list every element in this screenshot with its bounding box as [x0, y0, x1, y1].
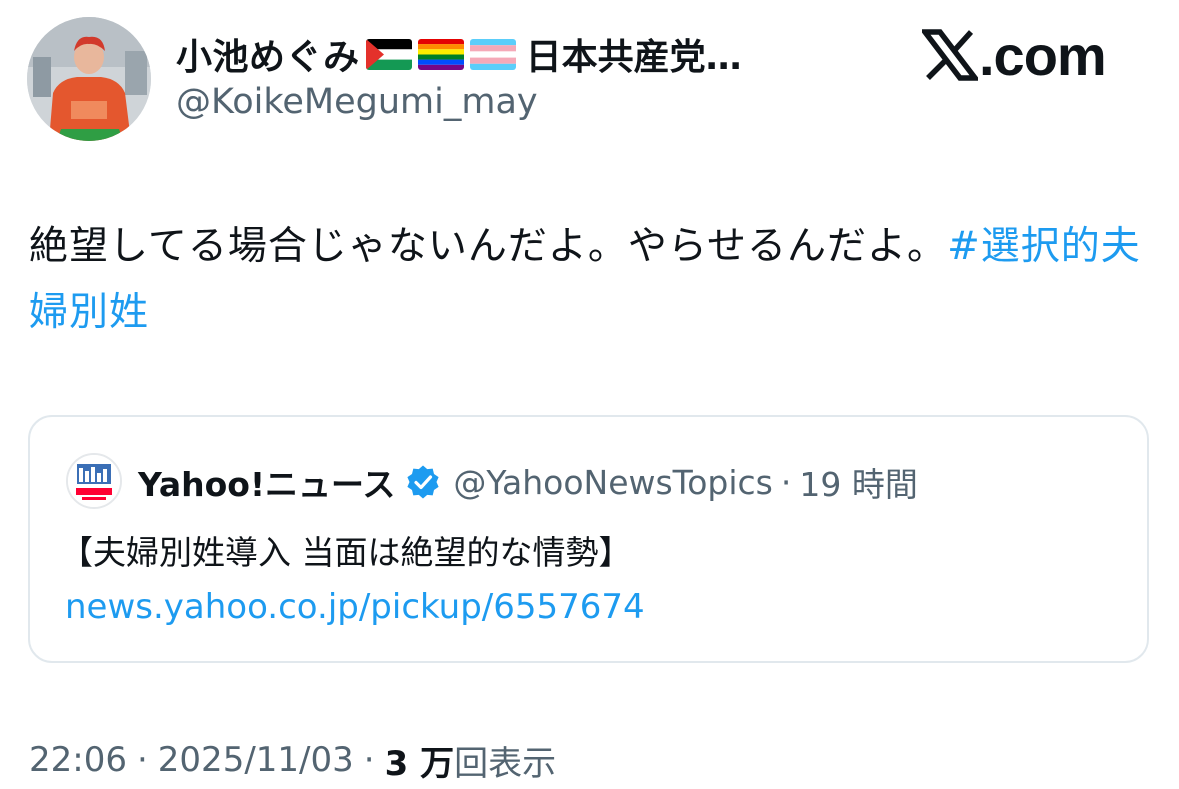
tweet-text: 絶望してる場合じゃないんだよ。やらせるんだよ。#選択的夫婦別姓 — [29, 214, 1147, 346]
quote-author-handle[interactable]: @YahooNewsTopics — [453, 463, 773, 502]
post-time[interactable]: 22:06 — [29, 740, 127, 780]
brand-domain: .com — [979, 23, 1107, 87]
avatar-photo — [27, 17, 151, 141]
quoted-tweet-card[interactable]: Yahoo!ニュース @YahooNewsTopics · 19 時間 【夫婦別… — [28, 415, 1149, 663]
quote-url-link[interactable]: news.yahoo.co.jp/pickup/6557674 — [65, 581, 645, 633]
transgender-flag-icon — [469, 38, 516, 70]
quote-separator: · — [780, 462, 792, 502]
views-count[interactable]: 3 万 — [385, 736, 455, 785]
brand-watermark: .com — [922, 22, 1107, 88]
author-party-truncated: 日本共産党… — [525, 37, 742, 78]
tweet-meta: 22:06 · 2025/11/03 · 3 万 回表示 — [29, 736, 556, 784]
author-name-row[interactable]: 小池めぐみ 日本共産党… — [176, 28, 742, 80]
tweet-body: 絶望してる場合じゃないんだよ。やらせるんだよ。 — [29, 224, 948, 269]
post-date[interactable]: 2025/11/03 — [158, 740, 354, 780]
quote-author-name[interactable]: Yahoo!ニュース — [138, 458, 395, 506]
quote-text: 【夫婦別姓導入 当面は絶望的な情勢】 — [60, 533, 632, 572]
yahoo-news-logo-icon — [68, 455, 120, 507]
palestine-flag-icon — [365, 38, 412, 70]
x-logo-icon — [922, 29, 978, 81]
quote-avatar[interactable] — [66, 453, 122, 509]
author-handle[interactable]: @KoikeMegumi_may — [176, 82, 538, 122]
verified-badge-icon — [405, 464, 441, 500]
views-label: 回表示 — [454, 743, 557, 784]
author-avatar[interactable] — [27, 17, 151, 141]
author-display-name[interactable]: 小池めぐみ — [176, 28, 360, 80]
quote-header: Yahoo!ニュース @YahooNewsTopics · 19 時間 — [138, 457, 918, 507]
quote-timestamp[interactable]: 19 時間 — [799, 458, 917, 506]
rainbow-flag-icon — [417, 38, 464, 70]
meta-separator-2: · — [363, 740, 375, 780]
meta-separator: · — [136, 740, 148, 780]
